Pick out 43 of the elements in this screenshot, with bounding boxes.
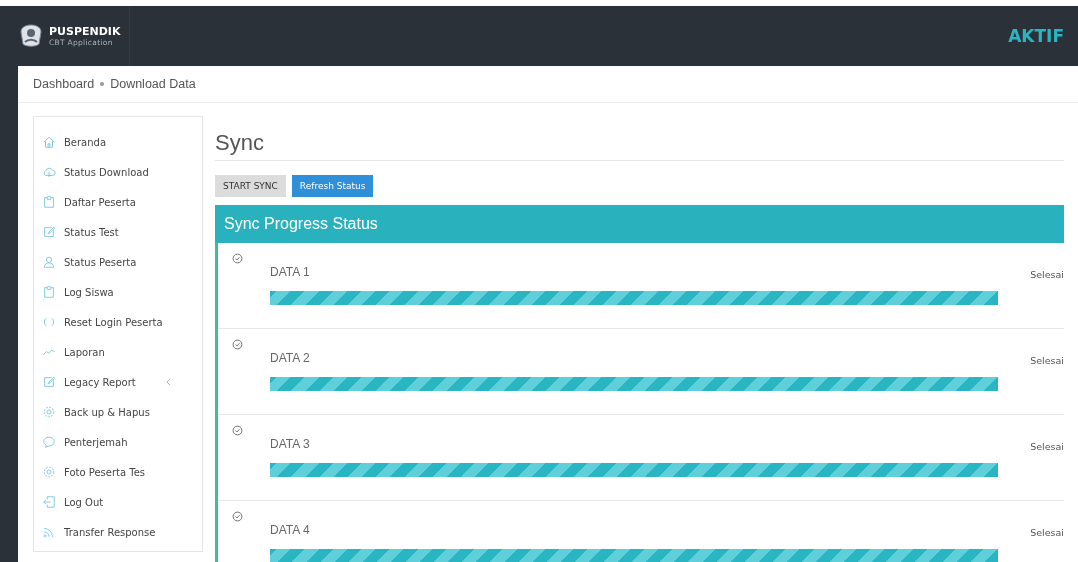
sidebar-menu-item[interactable]: Penterjemah [42,427,202,457]
sidebar-menu-item[interactable]: Daftar Peserta [42,187,202,217]
sidebar-menu-item[interactable]: Status Test [42,217,202,247]
sidebar-menu-item[interactable]: Status Download [42,157,202,187]
breadcrumb-link[interactable]: Dashboard [33,77,95,91]
rss-icon [42,525,56,539]
status-text: Selesai [1029,440,1064,452]
sidebar-menu-item[interactable]: Beranda [42,127,202,157]
status-text: Selesai [1029,354,1064,366]
panel-header: Sync Progress Status [215,205,1064,243]
sidebar-menu-item[interactable]: Reset Login Peserta [42,307,202,337]
separator-dot-icon [100,82,105,86]
data-label: DATA 4 [270,523,311,537]
cloud-icon [42,165,56,179]
data-label: DATA 2 [270,351,311,365]
status-text: Selesai [1029,268,1064,280]
sidebar-menu-item[interactable]: Transfer Response [42,517,202,547]
status-text: Selesai [1029,526,1064,538]
data-label: DATA 1 [270,265,311,279]
data-label: DATA 3 [270,437,311,451]
breadcrumb-link[interactable]: Download Data [110,77,196,91]
edit-icon [42,375,56,389]
status-label: AKTIF [1008,26,1064,46]
emblem-logo-icon [18,23,44,49]
gear-icon [42,405,56,419]
home-icon [42,135,56,149]
sidebar-menu-item[interactable]: Back up & Hapus [42,397,202,427]
user-icon [42,255,56,269]
logout-icon [42,495,56,509]
sidebar-menu-item[interactable]: Foto Peserta Tes [42,457,202,487]
page-title: Sync [215,130,1064,161]
sidebar-menu-item[interactable]: Laporan [42,337,202,367]
sidebar-menu-item[interactable]: Log Siswa [42,277,202,307]
clipboard-icon [42,285,56,299]
sidebar-menu-item[interactable]: Status Peserta [42,247,202,277]
clipboard-icon [42,195,56,209]
sidebar-menu-item[interactable]: Legacy Report [42,367,202,397]
edit-icon [42,225,56,239]
sidebar-menu-item[interactable]: Log Out [42,487,202,517]
chat-icon [42,435,56,449]
start-button[interactable]: START SYNC [215,175,286,197]
brand-name: PUSPENDIK [49,25,121,38]
gear-icon [42,465,56,479]
